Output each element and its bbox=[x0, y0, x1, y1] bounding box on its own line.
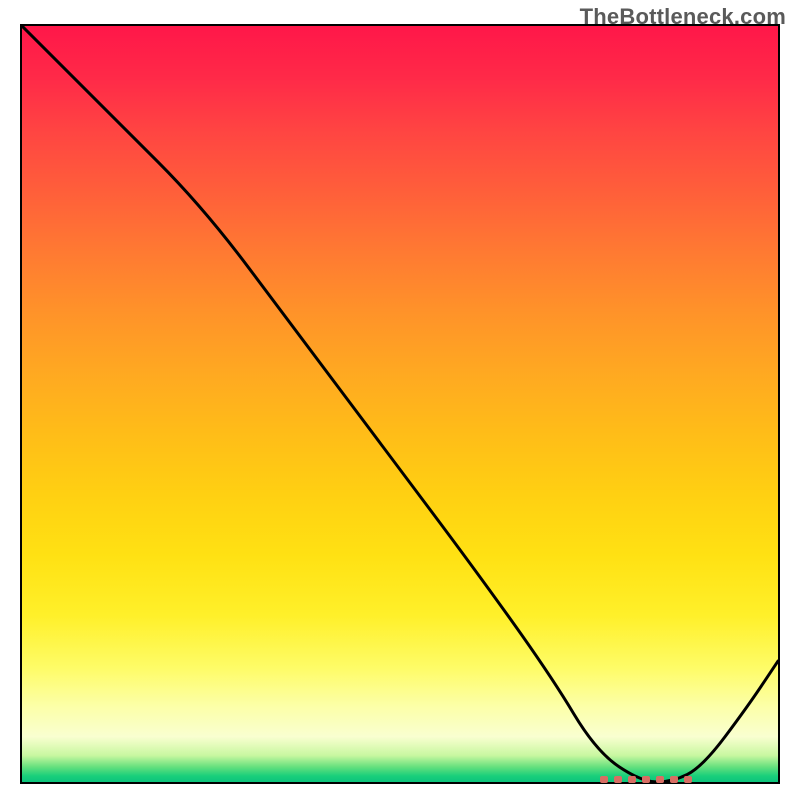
chart-container: TheBottleneck.com bbox=[0, 0, 800, 800]
plot-area bbox=[20, 24, 780, 784]
line-curve bbox=[22, 26, 778, 782]
watermark-text: TheBottleneck.com bbox=[580, 4, 786, 30]
flat-region-marker bbox=[600, 776, 692, 783]
